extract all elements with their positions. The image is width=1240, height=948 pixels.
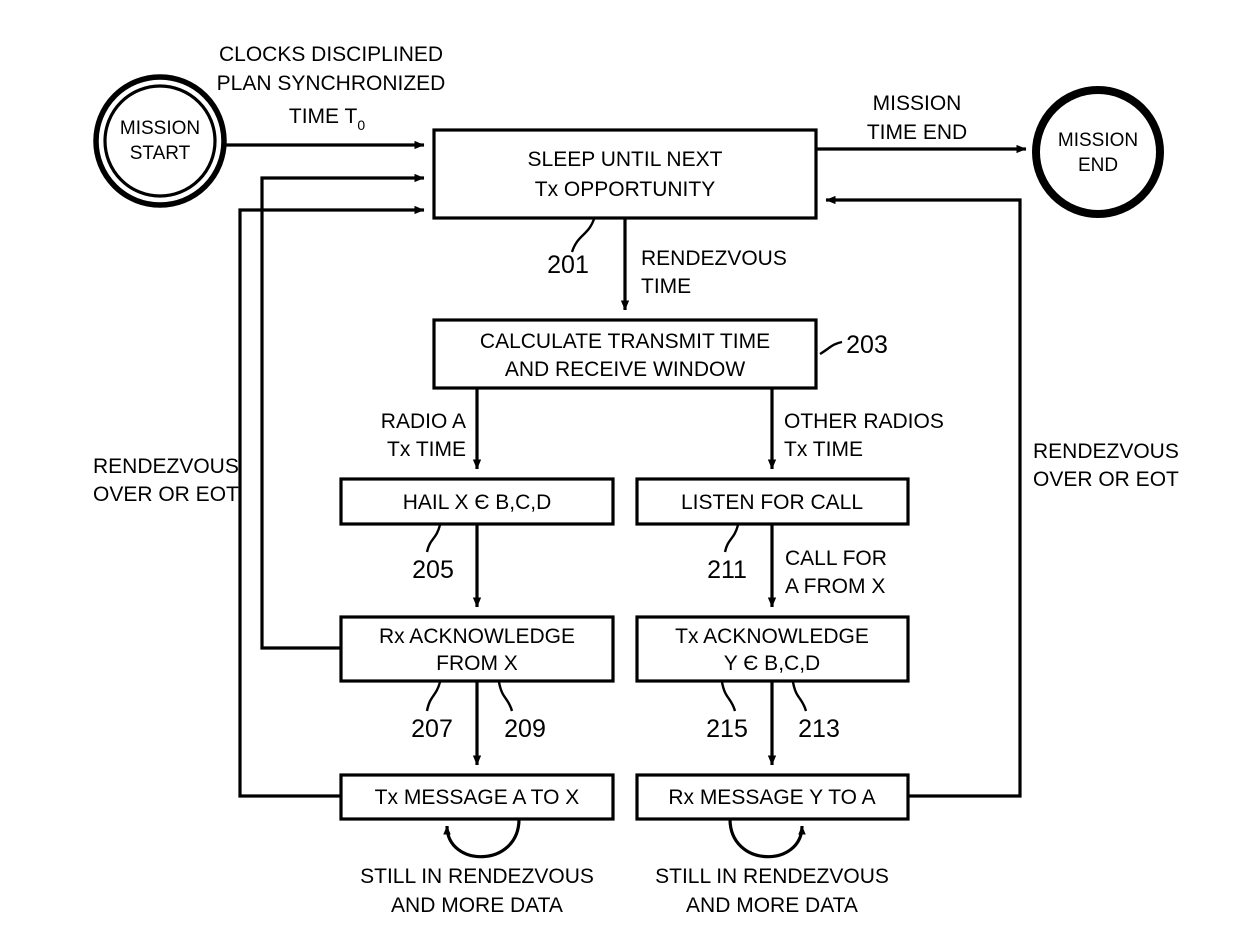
edge-label-other-radios-line2: Tx TIME	[784, 438, 863, 461]
flowchart-canvas: MISSION START MISSION END SLEEP UNTIL NE…	[0, 0, 1240, 948]
mission-start-label-line1: MISSION	[120, 118, 200, 139]
tx-ack-box-line2: Y Є B,C,D	[724, 652, 820, 675]
edge-label-right-return-line1: RENDEZVOUS	[1033, 440, 1179, 463]
ref-numeral-201: 201	[547, 251, 589, 279]
loop-label-right-line2: AND MORE DATA	[686, 894, 858, 917]
ref-numeral-205: 205	[412, 556, 454, 584]
edge-label-time-t0: TIME T0	[289, 105, 365, 133]
loop-arc-rx-message	[728, 818, 806, 859]
edge-label-mission-time-end-line2: TIME END	[867, 121, 967, 144]
ref-numeral-213: 213	[798, 715, 840, 743]
edge-label-mission-line1: MISSION	[873, 92, 962, 115]
leader-line-211	[723, 524, 740, 553]
process-box-listen: LISTEN FOR CALL	[635, 477, 910, 526]
mission-end-label-line1: MISSION	[1058, 130, 1138, 151]
loop-label-left-line1: STILL IN RENDEZVOUS	[360, 865, 594, 888]
edge-label-rendezvous-time-line1: RENDEZVOUS	[641, 247, 787, 270]
calculate-box-line1: CALCULATE TRANSMIT TIME	[480, 330, 770, 353]
edge-label-plan-synchronized: PLAN SYNCHRONIZED	[217, 72, 446, 95]
listen-box-line1: LISTEN FOR CALL	[681, 491, 863, 514]
ref-numeral-203: 203	[846, 331, 888, 359]
ref-numeral-211: 211	[707, 556, 747, 584]
edge-label-clocks-disciplined: CLOCKS DISCIPLINED	[219, 43, 443, 66]
edge-label-left-return-line2: OVER OR EOT	[93, 483, 239, 506]
process-box-tx-message: Tx MESSAGE A TO X	[339, 773, 615, 821]
edge-label-call-for-line1: CALL FOR	[785, 547, 887, 570]
edge-label-left-return-line1: RENDEZVOUS	[93, 455, 239, 478]
edge-label-other-radios-line1: OTHER RADIOS	[784, 410, 944, 433]
tx-msg-box-line1: Tx MESSAGE A TO X	[375, 786, 580, 809]
leader-line-205	[425, 524, 442, 553]
rx-ack-box-line2: FROM X	[436, 652, 518, 675]
leader-line-201	[570, 218, 596, 253]
ref-numeral-209: 209	[504, 715, 546, 743]
leader-line-209	[497, 681, 514, 712]
sleep-box-line2: Tx OPPORTUNITY	[535, 178, 715, 201]
leader-line-213	[791, 681, 808, 712]
mission-end-label-line2: END	[1078, 155, 1118, 176]
process-box-calculate: CALCULATE TRANSMIT TIME AND RECEIVE WIND…	[432, 318, 818, 390]
rx-msg-box-line1: Rx MESSAGE Y TO A	[668, 786, 875, 809]
edge-label-radio-a-line1: RADIO A	[381, 410, 466, 433]
process-box-rx-acknowledge: Rx ACKNOWLEDGE FROM X	[339, 615, 615, 683]
terminator-mission-start: MISSION START	[93, 74, 227, 208]
edge-label-call-for-line2: A FROM X	[785, 575, 885, 598]
leader-line-203	[819, 340, 843, 356]
edge-label-time-t0-subscript: 0	[357, 117, 365, 133]
rx-ack-box-line1: Rx ACKNOWLEDGE	[379, 625, 575, 648]
edge-label-time-t0-main: TIME T	[289, 105, 358, 128]
terminator-mission-end: MISSION END	[1032, 86, 1164, 218]
edge-label-right-return-line2: OVER OR EOT	[1033, 468, 1179, 491]
loop-arc-tx-message	[443, 818, 521, 859]
process-box-sleep: SLEEP UNTIL NEXT Tx OPPORTUNITY	[432, 128, 818, 220]
edge-label-radio-a-line2: Tx TIME	[387, 438, 466, 461]
process-box-rx-message: Rx MESSAGE Y TO A	[635, 773, 910, 821]
loop-label-left-line2: AND MORE DATA	[391, 894, 563, 917]
hail-box-line1: HAIL X Є B,C,D	[403, 491, 552, 514]
loop-label-right-line1: STILL IN RENDEZVOUS	[655, 865, 889, 888]
edge-label-rendezvous-time-line2: TIME	[641, 275, 691, 298]
ref-numeral-215: 215	[706, 715, 748, 743]
process-box-hail: HAIL X Є B,C,D	[339, 477, 615, 526]
tx-ack-box-line1: Tx ACKNOWLEDGE	[675, 625, 869, 648]
leader-line-215	[720, 681, 737, 712]
svg-text:TIME T0: TIME T0	[289, 105, 365, 133]
ref-numeral-207: 207	[411, 715, 453, 743]
process-box-tx-acknowledge: Tx ACKNOWLEDGE Y Є B,C,D	[635, 615, 910, 683]
sleep-box-line1: SLEEP UNTIL NEXT	[528, 148, 723, 171]
flowchart-svg: MISSION START MISSION END SLEEP UNTIL NE…	[93, 43, 1179, 917]
calculate-box-line2: AND RECEIVE WINDOW	[505, 358, 746, 381]
mission-start-label-line2: START	[130, 143, 191, 164]
leader-line-207	[425, 681, 442, 712]
